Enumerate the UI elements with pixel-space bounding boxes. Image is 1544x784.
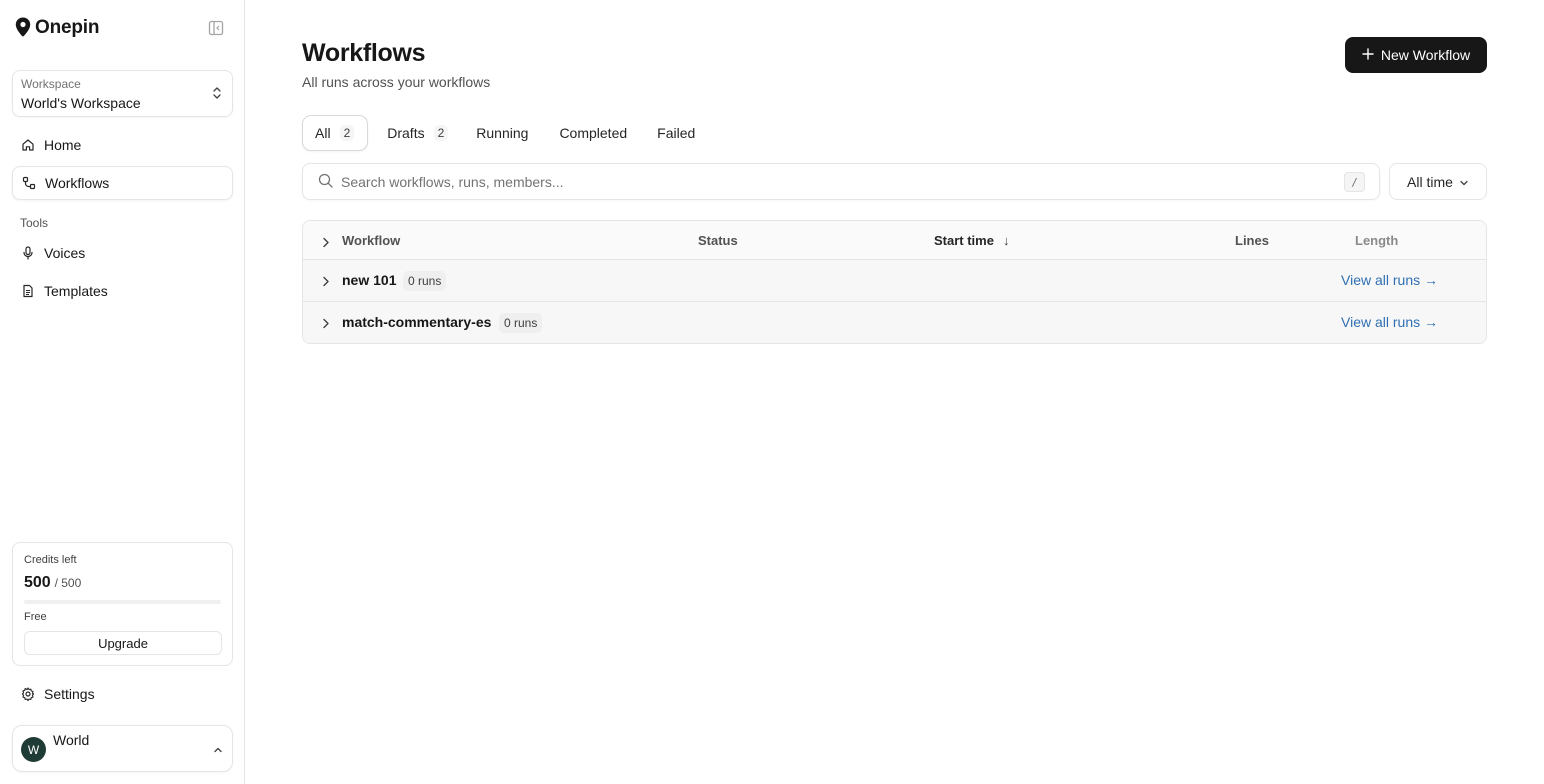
- credits-card: Credits left 500 / 500 Free Upgrade: [12, 542, 233, 666]
- collapse-sidebar-button[interactable]: [207, 19, 225, 37]
- view-all-runs-link[interactable]: View all runs →: [1341, 314, 1438, 330]
- sidebar-item-label: Voices: [44, 245, 86, 261]
- sort-arrow-down-icon: ↓: [1003, 233, 1010, 248]
- sidebar-toggle-icon: [208, 20, 224, 36]
- table-row[interactable]: new 101 0 runs View all runs →: [303, 260, 1486, 302]
- settings-label: Settings: [44, 686, 95, 702]
- tools-section-label: Tools: [20, 216, 49, 230]
- workflow-icon: [22, 176, 36, 190]
- credits-remaining: 500: [24, 574, 51, 591]
- status-tabs: All 2 Drafts 2 Running Completed Failed: [302, 115, 708, 151]
- gear-icon: [21, 687, 35, 701]
- chevron-right-icon[interactable]: [322, 274, 330, 290]
- tab-label: All: [315, 125, 331, 141]
- tab-drafts[interactable]: Drafts 2: [373, 115, 462, 151]
- tab-count: 2: [433, 125, 449, 141]
- workspace-switcher[interactable]: Workspace World's Workspace: [12, 70, 233, 117]
- sidebar-item-voices[interactable]: Voices: [12, 236, 233, 270]
- workflow-name: match-commentary-es: [342, 314, 492, 330]
- credits-progress-bar: [24, 600, 221, 604]
- chevron-down-icon: [1459, 174, 1469, 190]
- credits-label: Credits left: [24, 554, 77, 566]
- workspace-label: Workspace: [21, 77, 81, 91]
- view-all-runs-link[interactable]: View all runs →: [1341, 272, 1438, 288]
- sidebar-item-label: Workflows: [45, 175, 110, 191]
- sidebar-item-label: Home: [44, 137, 82, 153]
- expand-all-icon[interactable]: [322, 235, 330, 251]
- search-input[interactable]: [341, 173, 1321, 190]
- home-icon: [21, 138, 35, 152]
- time-range-value: All time: [1407, 173, 1453, 190]
- chevrons-up-down-icon: [212, 86, 222, 103]
- tab-count: 2: [339, 125, 355, 141]
- tab-running[interactable]: Running: [462, 115, 542, 151]
- tab-failed[interactable]: Failed: [640, 115, 708, 151]
- user-name: World: [53, 732, 90, 748]
- sidebar-item-label: Templates: [44, 283, 108, 299]
- page-subtitle: All runs across your workflows: [302, 74, 491, 90]
- user-menu[interactable]: W World: [12, 725, 233, 772]
- search-bar: /: [302, 163, 1380, 200]
- sidebar-item-settings[interactable]: Settings: [12, 680, 233, 708]
- workspace-name: World's Workspace: [21, 95, 141, 111]
- tab-all[interactable]: All 2: [302, 115, 369, 151]
- table-header: Workflow Status Start time ↓ Lines Lengt…: [303, 221, 1486, 260]
- upgrade-button[interactable]: Upgrade: [24, 631, 222, 655]
- pin-icon: [15, 17, 31, 40]
- column-header-length[interactable]: Length: [1355, 233, 1398, 248]
- column-header-lines[interactable]: Lines: [1235, 233, 1269, 248]
- avatar: W: [21, 737, 46, 762]
- document-icon: [21, 284, 35, 298]
- workflow-name: new 101: [342, 272, 397, 288]
- plan-name: Free: [24, 611, 47, 623]
- column-header-start-time[interactable]: Start time: [934, 233, 994, 248]
- chevron-up-icon: [213, 741, 223, 757]
- column-header-workflow[interactable]: Workflow: [342, 233, 400, 248]
- brand-name: Onepin: [35, 17, 100, 38]
- sidebar-item-home[interactable]: Home: [12, 128, 233, 162]
- tab-label: Drafts: [387, 125, 425, 141]
- runs-count-badge: 0 runs: [403, 271, 447, 291]
- new-workflow-button[interactable]: New Workflow: [1345, 37, 1487, 73]
- tab-completed[interactable]: Completed: [542, 115, 640, 151]
- table-row[interactable]: match-commentary-es 0 runs View all runs…: [303, 302, 1486, 343]
- chevron-right-icon[interactable]: [322, 316, 330, 332]
- sidebar-item-templates[interactable]: Templates: [12, 274, 233, 308]
- new-workflow-label: New Workflow: [1380, 47, 1471, 63]
- credits-amount: 500 / 500: [24, 572, 221, 593]
- credits-total: / 500: [54, 576, 82, 590]
- sidebar: Onepin Workspace World's Workspace Home …: [0, 0, 245, 784]
- plus-icon: [1362, 47, 1374, 63]
- mic-icon: [21, 246, 35, 260]
- runs-count-badge: 0 runs: [499, 313, 543, 333]
- time-range-select[interactable]: All time: [1389, 163, 1487, 200]
- page-title: Workflows: [302, 39, 426, 67]
- column-header-status[interactable]: Status: [698, 233, 738, 248]
- workflows-table: Workflow Status Start time ↓ Lines Lengt…: [302, 220, 1487, 344]
- sidebar-item-workflows[interactable]: Workflows: [12, 166, 233, 200]
- brand-logo[interactable]: Onepin: [15, 16, 99, 40]
- search-icon: [318, 173, 333, 191]
- search-shortcut-key: /: [1344, 172, 1365, 192]
